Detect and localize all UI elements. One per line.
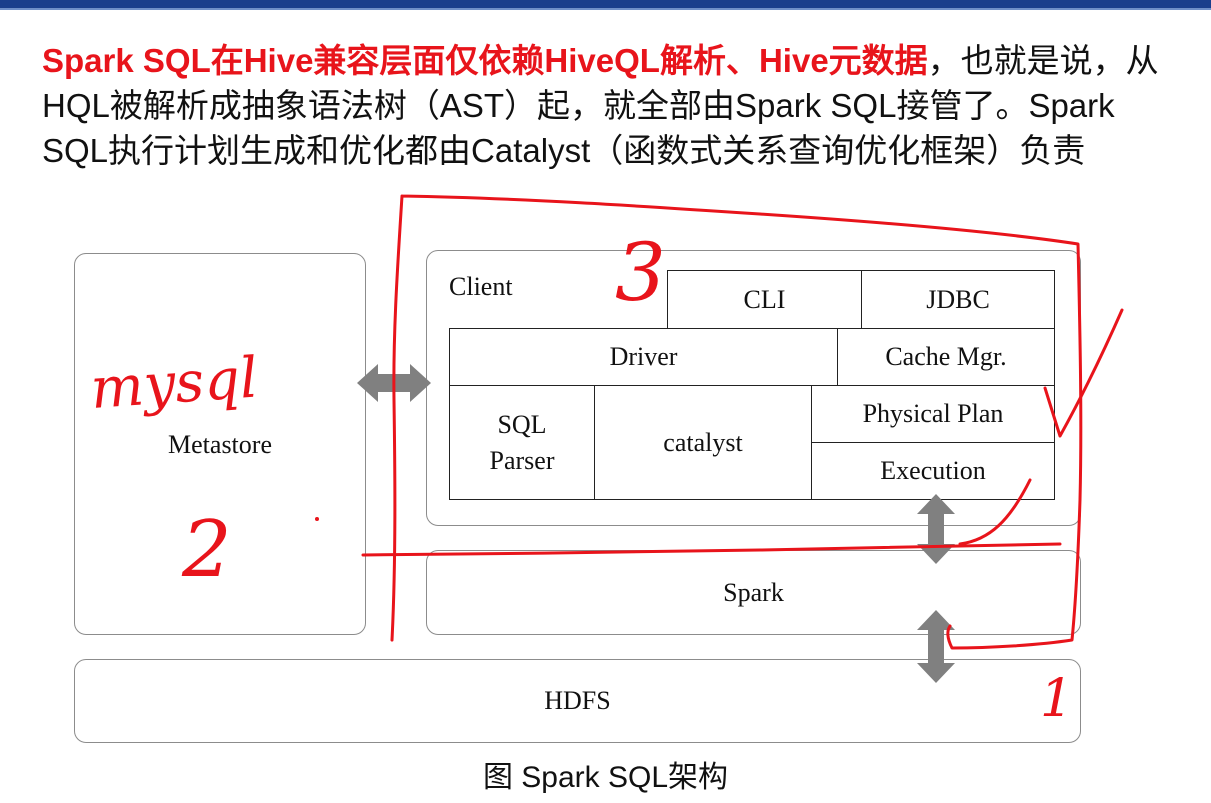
- client-label: Client: [449, 272, 513, 301]
- top-banner-bar: [0, 0, 1211, 8]
- intro-paragraph: Spark SQL在Hive兼容层面仅依赖HiveQL解析、Hive元数据，也就…: [42, 38, 1172, 173]
- metastore-box: Metastore: [74, 253, 366, 635]
- figure-caption: 图 Spark SQL架构: [482, 761, 729, 794]
- jdbc-cell: JDBC: [861, 270, 1055, 329]
- cli-cell: CLI: [667, 270, 862, 329]
- catalyst-cell: catalyst: [594, 385, 812, 500]
- intro-highlight: Spark SQL在Hive兼容层面仅依赖HiveQL解析、Hive元数据: [42, 42, 928, 79]
- cache-mgr-cell: Cache Mgr.: [837, 328, 1055, 386]
- execution-cell: Execution: [811, 442, 1055, 500]
- spark-box: Spark: [426, 550, 1081, 635]
- hdfs-box: HDFS: [74, 659, 1081, 743]
- sql-parser-cell: SQL Parser: [449, 385, 595, 500]
- sql-parser-line2: Parser: [489, 445, 555, 475]
- driver-cell: Driver: [449, 328, 838, 386]
- metastore-client-arrow: [357, 364, 431, 402]
- metastore-label: Metastore: [168, 430, 272, 459]
- physical-plan-cell: Physical Plan: [811, 385, 1055, 443]
- top-banner-line: [0, 8, 1211, 10]
- sql-parser-line1: SQL: [497, 409, 547, 439]
